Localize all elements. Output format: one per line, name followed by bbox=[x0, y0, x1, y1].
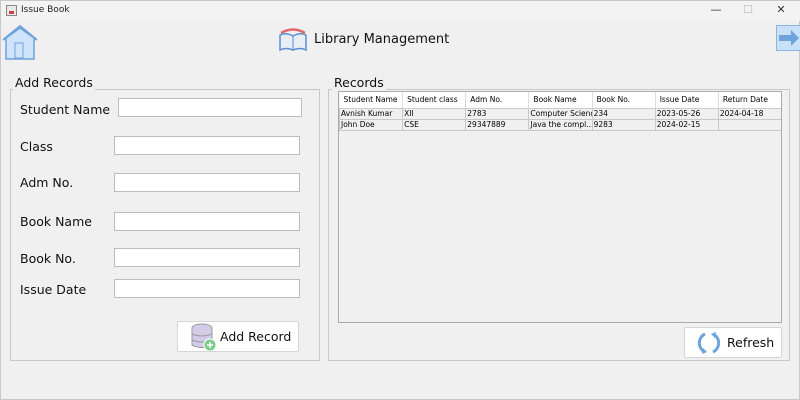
book-no-input[interactable] bbox=[114, 248, 300, 267]
add-records-legend: Add Records bbox=[13, 75, 95, 90]
column-header[interactable]: Student class bbox=[402, 92, 467, 109]
class-label: Class bbox=[20, 139, 53, 154]
java-app-icon bbox=[6, 5, 17, 16]
refresh-button[interactable]: Refresh bbox=[684, 327, 782, 358]
refresh-label: Refresh bbox=[727, 335, 775, 350]
adm-no-label: Adm No. bbox=[20, 175, 74, 190]
page-title: Library Management bbox=[314, 32, 450, 47]
table-row[interactable]: Avnish KumarXII2783Computer Science23420… bbox=[339, 107, 781, 120]
add-record-button[interactable]: Add Record bbox=[177, 321, 299, 352]
records-table-scrollpane[interactable]: Student Name Student class Adm No. Book Nam… bbox=[338, 91, 782, 323]
table-cell[interactable]: 2783 bbox=[465, 107, 530, 120]
column-header[interactable]: Return Date bbox=[718, 92, 781, 109]
book-name-label: Book Name bbox=[20, 214, 92, 229]
close-button[interactable]: ✕ bbox=[771, 3, 791, 16]
table-cell[interactable]: XII bbox=[402, 107, 467, 120]
maximize-button[interactable]: ☐ bbox=[738, 3, 758, 16]
records-table: Student Name Student class Adm No. Book Nam… bbox=[339, 92, 781, 131]
issue-date-label: Issue Date bbox=[20, 282, 87, 297]
table-cell[interactable] bbox=[717, 118, 781, 131]
table-cell[interactable]: CSE bbox=[402, 118, 467, 131]
records-legend: Records bbox=[332, 75, 386, 90]
table-cell[interactable]: 2024-02-15 bbox=[654, 118, 719, 131]
book-icon bbox=[279, 28, 307, 52]
table-cell[interactable]: Avnish Kumar bbox=[339, 107, 404, 120]
table-cell[interactable]: 234 bbox=[591, 107, 656, 120]
home-icon[interactable] bbox=[1, 24, 39, 60]
table-cell[interactable]: John Doe bbox=[339, 118, 404, 131]
table-row[interactable]: John Doe CSE 29347889 Java the compl... 9283… bbox=[339, 118, 781, 131]
table-cell[interactable]: 9283 bbox=[591, 118, 656, 131]
book-name-input[interactable] bbox=[114, 212, 300, 231]
window-title: Issue Book bbox=[21, 5, 70, 15]
column-header[interactable]: Book Name bbox=[528, 92, 593, 109]
minimize-button[interactable]: — bbox=[706, 3, 726, 16]
table-cell[interactable]: 2024-04-18 bbox=[717, 107, 781, 120]
refresh-icon bbox=[697, 331, 721, 354]
book-no-label: Book No. bbox=[20, 251, 76, 266]
table-cell[interactable]: 2023-05-26 bbox=[654, 107, 719, 120]
table-cell[interactable]: 29347889 bbox=[465, 118, 530, 131]
student-name-label: Student Name bbox=[20, 102, 111, 117]
column-header[interactable]: Student Name bbox=[339, 92, 404, 109]
table-cell[interactable]: Java the compl... bbox=[528, 118, 593, 131]
column-header[interactable]: Book No. bbox=[592, 92, 656, 109]
table-header: Student Name Student class Adm No. Book Nam… bbox=[339, 92, 781, 109]
adm-no-input[interactable] bbox=[114, 173, 300, 192]
column-header[interactable]: Adm No. bbox=[465, 92, 530, 109]
student-name-input[interactable] bbox=[118, 98, 302, 117]
table-cell[interactable]: Computer Science bbox=[528, 107, 593, 120]
column-header[interactable]: Issue Date bbox=[655, 92, 719, 109]
next-arrow-button[interactable] bbox=[776, 25, 800, 51]
add-record-label: Add Record bbox=[220, 329, 292, 344]
class-input[interactable] bbox=[114, 136, 300, 155]
title-bar: Issue Book — ☐ ✕ bbox=[1, 1, 800, 21]
database-add-icon bbox=[191, 323, 217, 351]
issue-date-input[interactable] bbox=[114, 279, 300, 298]
